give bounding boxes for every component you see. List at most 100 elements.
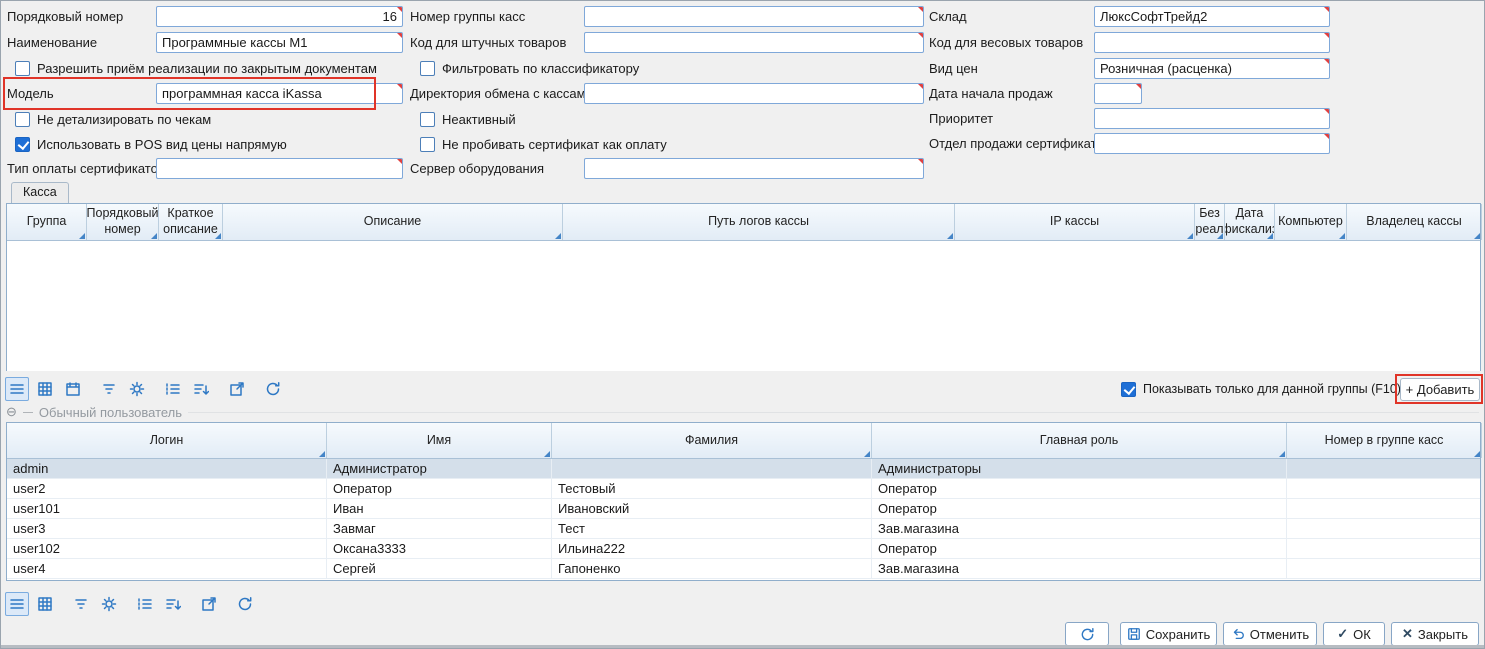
grid-view-icon[interactable] xyxy=(33,377,57,401)
warehouse-input[interactable]: ЛюксСофтТрейд2 xyxy=(1094,6,1330,27)
equipment-server-input[interactable] xyxy=(584,158,924,179)
cash-table-header-row: Группа Порядковый номер Краткое описание… xyxy=(7,204,1480,241)
section-divider-line xyxy=(188,412,1479,413)
column-header-ip[interactable]: IP кассы xyxy=(955,204,1195,240)
add-button[interactable]: + Добавить xyxy=(1400,378,1480,401)
filter-icon[interactable] xyxy=(97,377,121,401)
warehouse-value: ЛюксСофтТрейд2 xyxy=(1095,7,1329,26)
name-input[interactable]: Программные кассы М1 xyxy=(156,32,403,53)
refresh-button[interactable] xyxy=(1065,622,1109,646)
no-cert-as-payment-checkbox[interactable]: Не пробивать сертификат как оплату xyxy=(420,135,667,153)
table-row[interactable]: user4 Сергей Гапоненко Зав.магазина xyxy=(7,559,1480,579)
filter-classifier-label: Фильтровать по классификатору xyxy=(442,61,639,76)
table-row[interactable]: user3 Завмаг Тест Зав.магазина xyxy=(7,519,1480,539)
cert-payment-type-input[interactable] xyxy=(156,158,403,179)
weight-code-label: Код для весовых товаров xyxy=(929,32,1083,53)
column-header-seq-number[interactable]: Порядковый номер xyxy=(87,204,159,240)
cell-main-role: Оператор xyxy=(872,499,1287,518)
cell-main-role: Оператор xyxy=(872,539,1287,558)
save-icon xyxy=(1127,627,1141,641)
cash-table-empty-body xyxy=(7,241,1480,371)
cell-last-name: Ивановский xyxy=(552,499,872,518)
price-type-value: Розничная (расценка) xyxy=(1095,59,1329,78)
cell-last-name: Ильина222 xyxy=(552,539,872,558)
gear-icon[interactable] xyxy=(125,377,149,401)
column-header-fiscal-date[interactable]: Дата фискализ xyxy=(1225,204,1275,240)
column-header-login[interactable]: Логин xyxy=(7,423,327,458)
sales-start-date-input[interactable] xyxy=(1094,83,1142,104)
list-view-icon[interactable] xyxy=(5,377,29,401)
exchange-dir-input[interactable] xyxy=(584,83,924,104)
sort-list-icon[interactable] xyxy=(189,377,213,401)
cell-last-name: Гапоненко xyxy=(552,559,872,578)
checkbox-box-icon xyxy=(420,61,435,76)
table-row[interactable]: admin Администратор Администраторы xyxy=(7,459,1480,479)
model-value: программная касса iKassa xyxy=(157,84,402,103)
model-input[interactable]: программная касса iKassa xyxy=(156,83,403,104)
seq-number-label: Порядковый номер xyxy=(7,6,123,27)
column-header-computer[interactable]: Компьютер xyxy=(1275,204,1347,240)
group-number-input[interactable] xyxy=(584,6,924,27)
weight-code-input[interactable] xyxy=(1094,32,1330,53)
gear-icon[interactable] xyxy=(97,592,121,616)
inactive-checkbox[interactable]: Неактивный xyxy=(420,110,516,128)
cert-sales-dept-input[interactable] xyxy=(1094,133,1330,154)
close-button[interactable]: ✕ Закрыть xyxy=(1391,622,1479,646)
column-header-description[interactable]: Описание xyxy=(223,204,563,240)
refresh-icon[interactable] xyxy=(233,592,257,616)
table-row[interactable]: user102 Оксана3333 Ильина222 Оператор xyxy=(7,539,1480,559)
checkbox-box-icon xyxy=(420,137,435,152)
seq-number-input[interactable]: 16 xyxy=(156,6,403,27)
sales-start-date-label: Дата начала продаж xyxy=(929,83,1053,104)
tab-kassa[interactable]: Касса xyxy=(11,182,69,203)
ok-button[interactable]: ✓ ОК xyxy=(1323,622,1385,646)
refresh-icon[interactable] xyxy=(261,377,285,401)
column-header-cash-group-number[interactable]: Номер в группе касс xyxy=(1287,423,1482,458)
cert-payment-type-label: Тип оплаты сертификатом xyxy=(7,158,167,179)
open-external-icon[interactable] xyxy=(225,377,249,401)
column-header-first-name[interactable]: Имя xyxy=(327,423,552,458)
table-row[interactable]: user2 Оператор Тестовый Оператор xyxy=(7,479,1480,499)
checkbox-box-icon xyxy=(1121,382,1136,397)
close-icon: ✕ xyxy=(1402,626,1413,642)
column-header-log-path[interactable]: Путь логов кассы xyxy=(563,204,955,240)
undo-icon xyxy=(1231,627,1245,641)
column-header-group[interactable]: Группа xyxy=(7,204,87,240)
cert-sales-dept-label: Отдел продажи сертификата xyxy=(929,133,1104,154)
cell-first-name: Иван xyxy=(327,499,552,518)
column-header-short-desc[interactable]: Краткое описание xyxy=(159,204,223,240)
cell-main-role: Зав.магазина xyxy=(872,559,1287,578)
show-only-group-checkbox[interactable]: Показывать только для данной группы (F10… xyxy=(1121,380,1401,398)
grid-view-icon[interactable] xyxy=(33,592,57,616)
checkbox-box-icon xyxy=(15,137,30,152)
save-button-label: Сохранить xyxy=(1146,627,1211,642)
price-type-input[interactable]: Розничная (расценка) xyxy=(1094,58,1330,79)
sort-list-icon[interactable] xyxy=(161,592,185,616)
allow-closed-docs-checkbox[interactable]: Разрешить приём реализации по закрытым д… xyxy=(15,59,377,77)
numbered-list-icon[interactable] xyxy=(133,592,157,616)
no-detail-checks-checkbox[interactable]: Не детализировать по чекам xyxy=(15,110,211,128)
collapse-icon[interactable]: ⊖ xyxy=(6,405,17,419)
list-view-icon[interactable] xyxy=(5,592,29,616)
cell-cash-group-number xyxy=(1287,479,1482,498)
piece-code-input[interactable] xyxy=(584,32,924,53)
column-header-no-real[interactable]: Без реал xyxy=(1195,204,1225,240)
save-button[interactable]: Сохранить xyxy=(1120,622,1217,646)
window-bottom-edge xyxy=(1,645,1484,648)
column-header-owner[interactable]: Владелец кассы xyxy=(1347,204,1482,240)
user-section-header[interactable]: ⊖ Обычный пользователь xyxy=(6,404,1479,420)
column-header-main-role[interactable]: Главная роль xyxy=(872,423,1287,458)
filter-icon[interactable] xyxy=(69,592,93,616)
priority-input[interactable] xyxy=(1094,108,1330,129)
open-external-icon[interactable] xyxy=(197,592,221,616)
use-pos-price-checkbox[interactable]: Использовать в POS вид цены напрямую xyxy=(15,135,287,153)
numbered-list-icon[interactable] xyxy=(161,377,185,401)
column-header-last-name[interactable]: Фамилия xyxy=(552,423,872,458)
name-value: Программные кассы М1 xyxy=(157,33,402,52)
table-row[interactable]: user101 Иван Ивановский Оператор xyxy=(7,499,1480,519)
cancel-button[interactable]: Отменить xyxy=(1223,622,1317,646)
show-only-group-label: Показывать только для данной группы (F10… xyxy=(1143,382,1401,396)
filter-classifier-checkbox[interactable]: Фильтровать по классификатору xyxy=(420,59,639,77)
users-table-header-row: Логин Имя Фамилия Главная роль Номер в г… xyxy=(7,423,1480,459)
calendar-icon[interactable] xyxy=(61,377,85,401)
